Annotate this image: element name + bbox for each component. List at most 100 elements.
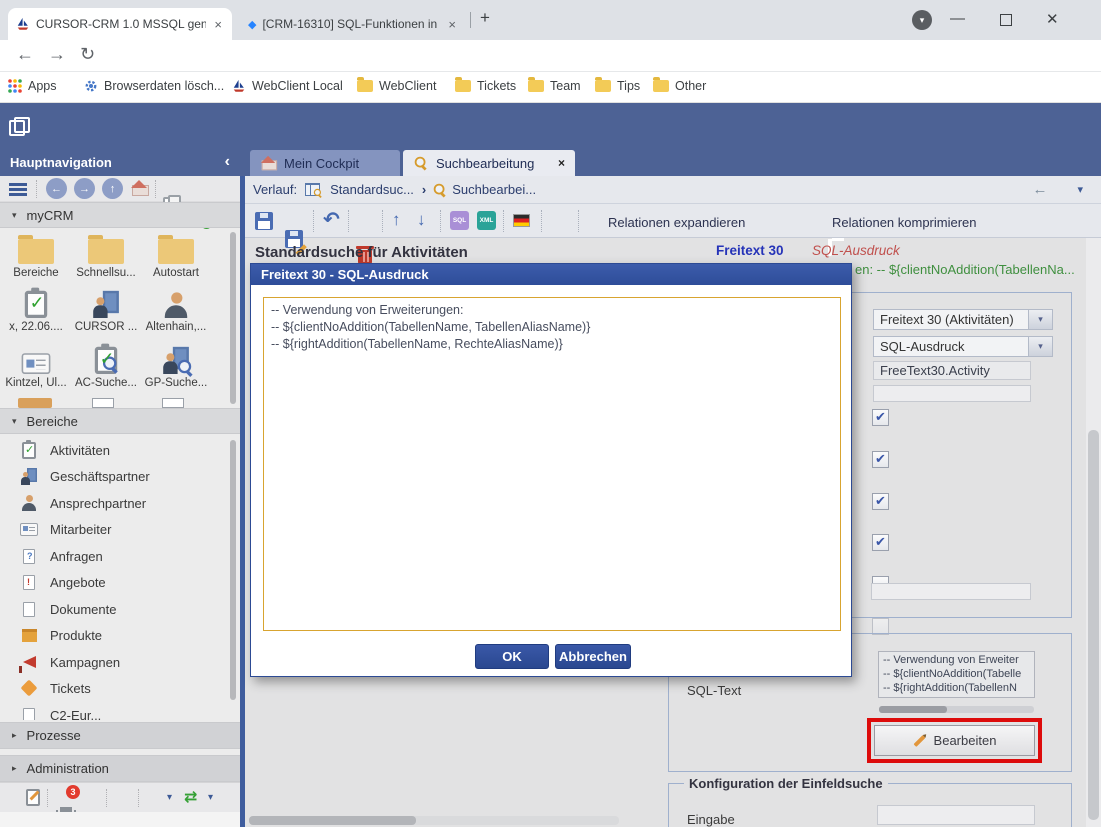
bookmark-clear-data[interactable]: Browserdaten lösch...	[84, 79, 224, 93]
db-field-input[interactable]: FreeText30.Activity	[873, 361, 1031, 380]
content-hscrollbar-thumb[interactable]	[249, 816, 416, 825]
browser-update-icon[interactable]: ▾	[912, 10, 932, 30]
mycrm-item-bereiche[interactable]: Bereiche	[2, 234, 70, 279]
bookmark-apps[interactable]: Apps	[8, 79, 57, 93]
dialog-titlebar[interactable]: Freitext 30 - SQL-Ausdruck	[251, 264, 851, 285]
bookmark-folder-other[interactable]: Other	[653, 79, 706, 93]
mycrm-item-activity[interactable]: x, 22.06....	[2, 288, 70, 333]
mycrm-item-kintzel[interactable]: Kintzel, Ul...	[2, 344, 70, 389]
bookmark-folder-tips[interactable]: Tips	[595, 79, 640, 93]
mycrm-item-ac-suche[interactable]: AC-Suche...	[72, 344, 140, 389]
sql-view-icon[interactable]: SQL	[450, 211, 469, 230]
sidebar-item-c2[interactable]: C2-Eur...	[0, 702, 228, 720]
empty-input[interactable]	[871, 583, 1031, 600]
nav-back-icon[interactable]: ←	[46, 178, 67, 199]
bookmark-webclient-local[interactable]: WebClient Local	[232, 79, 343, 93]
window-maximize-button[interactable]	[1000, 14, 1012, 26]
section-prozesse[interactable]: ▸ Prozesse	[0, 722, 240, 749]
tab-label: Mein Cockpit	[284, 156, 359, 171]
mycrm-item-gp-suche[interactable]: GP-Suche...	[142, 344, 210, 389]
checkbox-1[interactable]	[872, 409, 889, 426]
chevron-down-icon[interactable]: ▾	[1029, 336, 1053, 357]
move-up-icon[interactable]: ↑	[392, 210, 401, 230]
sidebar-item-anfragen[interactable]: ?Anfragen	[0, 543, 228, 569]
bearbeiten-button[interactable]: Bearbeiten	[874, 725, 1035, 756]
breadcrumb-standardsuche[interactable]: Standardsuc...	[330, 182, 414, 197]
tab-suchbearbeitung[interactable]: Suchbearbeitung ×	[403, 150, 575, 176]
field-select[interactable]: Freitext 30 (Aktivitäten) ▾	[873, 309, 1053, 330]
sidebar-item-tickets[interactable]: Tickets	[0, 675, 228, 701]
content-hscrollbar[interactable]	[249, 816, 619, 825]
section-administration[interactable]: ▸ Administration	[0, 755, 240, 782]
content-vscrollbar-thumb[interactable]	[1088, 430, 1099, 820]
windows-icon[interactable]	[9, 117, 27, 133]
save-icon[interactable]	[255, 212, 273, 230]
nav-forward-icon[interactable]: →	[74, 178, 95, 199]
caret-down-icon[interactable]: ▾	[1077, 183, 1083, 196]
nav-up-icon[interactable]: ↑	[102, 178, 123, 199]
sql-preview-box[interactable]: -- Verwendung von Erweiter -- ${clientNo…	[878, 651, 1035, 698]
sidebar-item-aktivitaeten[interactable]: Aktivitäten	[0, 437, 228, 463]
type-select[interactable]: SQL-Ausdruck ▾	[873, 336, 1053, 357]
menu-hamburger-icon[interactable]	[9, 183, 27, 196]
mycrm-item-schnellsuche[interactable]: Schnellsu...	[72, 234, 140, 279]
mycrm-item-autostart[interactable]: Autostart	[142, 234, 210, 279]
mycrm-scrollbar[interactable]	[230, 232, 236, 404]
sql-expression-textarea[interactable]: -- Verwendung von Erweiterungen: -- ${cl…	[263, 297, 841, 631]
section-mycrm[interactable]: ▾ myCRM	[0, 202, 240, 228]
window-minimize-button[interactable]: —	[950, 10, 965, 27]
mycrm-item-cursor[interactable]: CURSOR ...	[72, 288, 140, 333]
section-bereiche[interactable]: ▾ Bereiche	[0, 408, 240, 434]
sidebar-item-angebote[interactable]: !Angebote	[0, 569, 228, 595]
xml-export-icon[interactable]: XML	[477, 211, 496, 230]
empty-input[interactable]	[873, 385, 1031, 402]
breadcrumb-suchbearbeitung[interactable]: Suchbearbei...	[452, 182, 536, 197]
sidebar-item-produkte[interactable]: Produkte	[0, 622, 228, 648]
radio-label[interactable]: Relationen expandieren	[608, 215, 745, 230]
forward-icon[interactable]: →	[48, 45, 66, 63]
bookmark-folder-webclient[interactable]: WebClient	[357, 79, 436, 93]
abbrechen-button[interactable]: Abbrechen	[555, 644, 631, 669]
sidebar-item-mitarbeiter[interactable]: Mitarbeiter	[0, 516, 228, 542]
bookmark-folder-team[interactable]: Team	[528, 79, 581, 93]
home-icon[interactable]	[131, 181, 148, 196]
sidebar-item-kampagnen[interactable]: Kampagnen	[0, 649, 228, 675]
window-close-button[interactable]: ✕	[1046, 10, 1059, 28]
history-back-icon[interactable]: ←	[1032, 181, 1047, 198]
move-down-icon[interactable]: ↓	[417, 210, 426, 230]
preview-hscrollbar[interactable]	[879, 706, 1034, 713]
checkbox-4[interactable]	[872, 534, 889, 551]
notes-icon[interactable]	[26, 789, 40, 806]
language-flag-icon[interactable]	[513, 214, 530, 227]
mycrm-item-altenhain[interactable]: Altenhain,...	[142, 288, 210, 333]
bookmark-folder-tickets[interactable]: Tickets	[455, 79, 516, 93]
browser-tab-cursor-crm[interactable]: CURSOR-CRM 1.0 MSSQL genera ×	[8, 8, 232, 40]
caret-down-icon[interactable]: ▾	[167, 792, 172, 803]
preview-hscrollbar-thumb[interactable]	[879, 706, 947, 713]
tab-close-icon[interactable]: ×	[212, 17, 224, 32]
caret-down-icon[interactable]: ▾	[208, 792, 213, 803]
ok-button[interactable]: OK	[475, 644, 549, 669]
sidebar-item-ansprechpartner[interactable]: Ansprechpartner	[0, 490, 228, 516]
sidebar-item-dokumente[interactable]: Dokumente	[0, 596, 228, 622]
sync-swap-icon[interactable]: ⇄	[184, 787, 197, 807]
eingabe-input[interactable]	[877, 805, 1035, 825]
checkbox-2[interactable]	[872, 451, 889, 468]
new-tab-button[interactable]: +	[480, 8, 490, 28]
content-vscrollbar[interactable]	[1086, 238, 1101, 827]
field-name-label[interactable]: Freitext 30	[716, 243, 784, 258]
checkbox-3[interactable]	[872, 493, 889, 510]
reload-icon[interactable]: ↻	[80, 45, 95, 63]
undo-icon[interactable]: ↶	[323, 207, 340, 232]
tab-close-icon[interactable]: ×	[558, 156, 565, 170]
back-icon[interactable]: ←	[16, 45, 34, 63]
bereiche-scrollbar[interactable]	[230, 440, 236, 700]
radio-label[interactable]: Relationen komprimieren	[832, 215, 977, 230]
browser-tab-jira[interactable]: ◆ [CRM-16310] SQL-Funktionen in ×	[240, 8, 466, 40]
employee-card-icon	[20, 523, 38, 536]
collapse-sidebar-icon[interactable]: ‹	[225, 153, 230, 171]
sidebar-item-geschaeftspartner[interactable]: Geschäftspartner	[0, 463, 228, 489]
chevron-down-icon[interactable]: ▾	[1029, 309, 1053, 330]
tab-close-icon[interactable]: ×	[446, 17, 458, 32]
tab-mein-cockpit[interactable]: Mein Cockpit	[250, 150, 400, 176]
